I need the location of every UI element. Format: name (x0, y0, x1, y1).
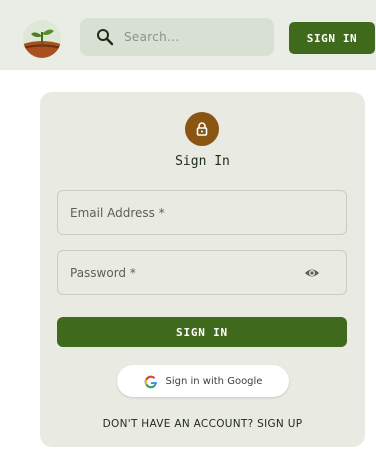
email-field-label: Email Address * (70, 205, 165, 220)
search-placeholder: Search... (124, 30, 180, 44)
top-bar: Search... SIGN IN (0, 0, 376, 70)
email-field[interactable]: Email Address * (57, 190, 347, 235)
page: Search... SIGN IN Sign In Email Address … (0, 0, 376, 459)
password-field-label: Password * (70, 265, 136, 280)
sign-in-card: Sign In Email Address * Password * SIGN … (40, 92, 365, 447)
lock-icon (185, 112, 219, 146)
sign-in-submit-button[interactable]: SIGN IN (57, 317, 347, 347)
google-sign-in-label: Sign in with Google (165, 375, 263, 387)
google-sign-in-button[interactable]: Sign in with Google (117, 365, 289, 397)
sign-in-title: Sign In (175, 154, 230, 169)
sign-up-link[interactable]: DON'T HAVE AN ACCOUNT? SIGN UP (40, 418, 365, 430)
search-icon (96, 28, 114, 46)
plant-logo-icon[interactable] (23, 20, 61, 58)
header-sign-in-button[interactable]: SIGN IN (289, 22, 375, 54)
google-icon (144, 374, 158, 389)
eye-icon[interactable] (304, 265, 320, 281)
password-field[interactable]: Password * (57, 250, 347, 295)
search-input[interactable]: Search... (80, 18, 274, 56)
